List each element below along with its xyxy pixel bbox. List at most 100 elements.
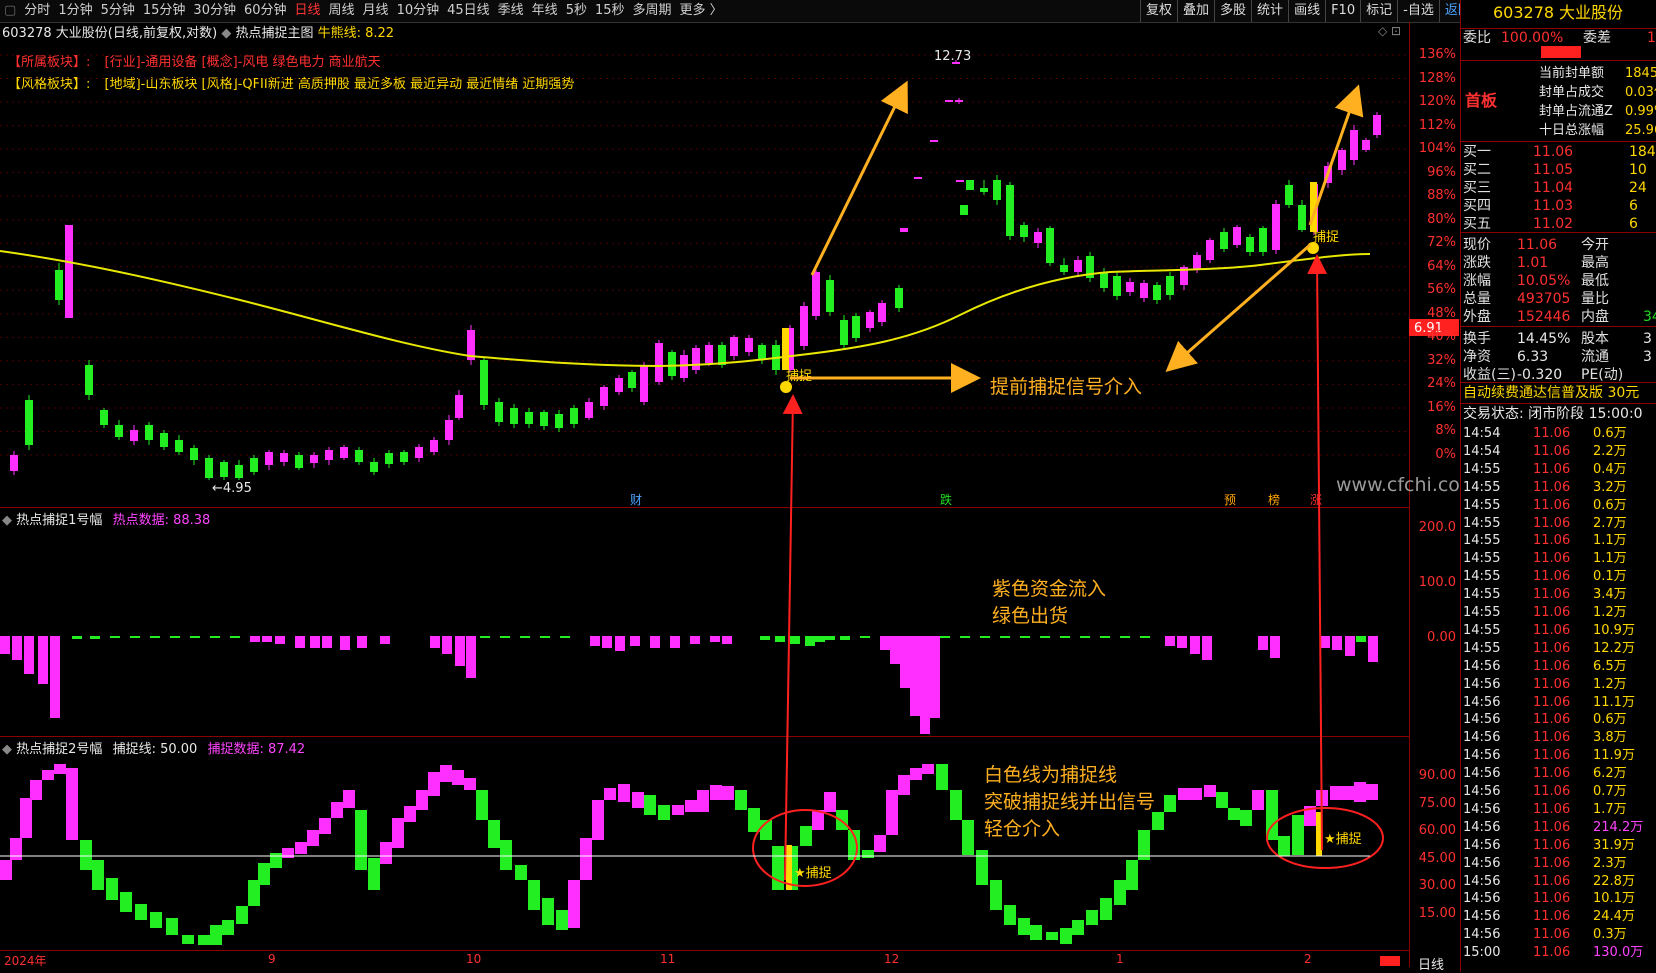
up-arrow-1 bbox=[810, 80, 908, 276]
capture-data-bar bbox=[592, 800, 604, 840]
x-tick: 1 bbox=[1116, 952, 1124, 966]
candle-body bbox=[525, 412, 533, 424]
seal-row: 封单占流通Z 0.99% bbox=[1461, 103, 1656, 121]
seal-box: 首板 当前封单额1845万封单占成交0.03倍封单占流通Z0.99%十日总涨幅2… bbox=[1461, 60, 1656, 142]
tick-price: 11.06 bbox=[1533, 945, 1571, 961]
fund-label: 换手 bbox=[1463, 331, 1491, 347]
capture-data-bar bbox=[392, 818, 404, 848]
sub2-name[interactable]: 热点捕捉2号幅 bbox=[16, 742, 102, 757]
money-flow-bar bbox=[1000, 636, 1010, 638]
bid-label: 买三 bbox=[1463, 180, 1491, 196]
bid-row[interactable]: 买三 11.04 24 bbox=[1461, 179, 1656, 197]
candle-body bbox=[340, 447, 348, 458]
annotation-capture-2: 突破捕捉线并出信号 bbox=[984, 791, 1156, 813]
tick-time: 14:55 bbox=[1463, 569, 1501, 585]
bid-row[interactable]: 买五 11.02 6 bbox=[1461, 215, 1656, 233]
event-marker-fin[interactable]: 财 bbox=[630, 491, 642, 508]
bid-row[interactable]: 买一 11.06 1844 bbox=[1461, 143, 1656, 161]
capture-data-bar bbox=[343, 790, 355, 808]
capture-data-bar bbox=[20, 798, 32, 838]
money-flow-bar bbox=[980, 636, 990, 638]
candle-body bbox=[730, 337, 738, 356]
event-marker-rise[interactable]: 涨 bbox=[1310, 491, 1322, 508]
tick-row: 14:56 11.06 22.8万 bbox=[1461, 873, 1656, 891]
capture-data-bar bbox=[1086, 910, 1098, 925]
candle-body bbox=[1285, 185, 1293, 205]
tick-price: 11.06 bbox=[1533, 837, 1571, 853]
capture-data-bar bbox=[950, 790, 962, 820]
candle-body bbox=[655, 343, 663, 382]
capture-data-bar bbox=[990, 880, 1002, 910]
candle-body bbox=[640, 365, 648, 402]
capture-data-bar bbox=[1278, 836, 1290, 856]
tick-time: 14:56 bbox=[1463, 837, 1501, 853]
tick-row: 14:56 11.06 6.5万 bbox=[1461, 658, 1656, 676]
bid-price: 11.06 bbox=[1533, 144, 1574, 160]
sub2-tick: 30.00 bbox=[1418, 878, 1456, 893]
quote-label-2: 今开 bbox=[1581, 237, 1609, 253]
capture-data-bar bbox=[1216, 792, 1228, 808]
tick-price: 11.06 bbox=[1533, 873, 1571, 889]
bid-row[interactable]: 买四 11.03 6 bbox=[1461, 197, 1656, 215]
fund-row: 换手 14.45% 股本 3 bbox=[1461, 330, 1656, 348]
candle-body bbox=[945, 100, 953, 102]
bid-row[interactable]: 买二 11.05 10 bbox=[1461, 161, 1656, 179]
event-marker-drop[interactable]: 跌 bbox=[940, 491, 952, 508]
capture-data-bar bbox=[1240, 810, 1252, 826]
money-flow-bar bbox=[1177, 636, 1187, 648]
capture-data-bar bbox=[66, 768, 78, 840]
pct-tick: 56% bbox=[1427, 282, 1456, 298]
news-ticker[interactable]: 自动续费通达信普及版 30元 bbox=[1463, 384, 1656, 402]
money-flow-bar bbox=[480, 636, 490, 638]
trade-status: 交易状态: 闭市阶段 15:00:0 bbox=[1463, 406, 1643, 422]
star-capture-label-2: ★捕捉 bbox=[1324, 832, 1362, 847]
money-flow-bar bbox=[1020, 636, 1030, 638]
money-flow-bar bbox=[250, 636, 260, 642]
money-flow-bar bbox=[0, 636, 10, 654]
candle-body bbox=[85, 365, 93, 395]
money-flow-bar bbox=[130, 636, 140, 638]
candle-body bbox=[1206, 240, 1214, 260]
candle-body bbox=[826, 280, 834, 312]
tick-price: 11.06 bbox=[1533, 766, 1571, 782]
capture-data-bar bbox=[800, 826, 812, 846]
money-flow-bar bbox=[590, 636, 600, 646]
quote-label-2: 内盘 bbox=[1581, 309, 1609, 325]
period-tag[interactable]: 日线 bbox=[1418, 954, 1444, 973]
tick-time: 14:56 bbox=[1463, 855, 1501, 871]
tick-row: 15:00 11.06 130.0万 bbox=[1461, 944, 1656, 962]
tick-row: 14:54 11.06 2.2万 bbox=[1461, 443, 1656, 461]
tick-row: 14:56 11.06 1.7万 bbox=[1461, 801, 1656, 819]
tick-row: 14:56 11.06 0.6万 bbox=[1461, 711, 1656, 729]
x-tick: 2 bbox=[1304, 952, 1312, 966]
money-flow-bar bbox=[310, 636, 320, 648]
candle-body bbox=[812, 272, 820, 316]
tick-time: 14:55 bbox=[1463, 551, 1501, 567]
candle-body bbox=[250, 458, 258, 472]
capture-data-bar bbox=[404, 806, 416, 822]
tick-time: 14:56 bbox=[1463, 873, 1501, 889]
capture-data-bar bbox=[1228, 808, 1240, 820]
money-flow-bar bbox=[466, 636, 476, 678]
event-marker-rank[interactable]: 榜 bbox=[1268, 491, 1280, 508]
tick-row: 14:55 11.06 1.1万 bbox=[1461, 532, 1656, 550]
candle-body bbox=[10, 455, 18, 471]
capture-data-bar bbox=[1366, 784, 1378, 800]
candle-body bbox=[615, 378, 623, 392]
capture-data-bar bbox=[236, 906, 248, 924]
candle-body bbox=[878, 303, 886, 322]
tick-volume: 0.4万 bbox=[1593, 461, 1627, 477]
candle-body bbox=[1074, 260, 1082, 272]
candle-body bbox=[115, 425, 123, 437]
sub1-header: ◆ 热点捕捉1号幅 热点数据: 88.38 bbox=[2, 509, 210, 528]
tick-price: 11.06 bbox=[1533, 533, 1571, 549]
sub1-value: 热点数据: 88.38 bbox=[112, 513, 211, 528]
candle-body bbox=[800, 306, 808, 346]
sub1-name[interactable]: 热点捕捉1号幅 bbox=[16, 513, 102, 528]
money-flow-bar bbox=[275, 636, 285, 644]
tick-price: 11.06 bbox=[1533, 819, 1571, 835]
event-marker-forecast[interactable]: 预 bbox=[1224, 491, 1236, 508]
capture-data-bar bbox=[824, 792, 836, 812]
capture-data-bar bbox=[452, 770, 464, 785]
candle-body bbox=[130, 430, 138, 441]
